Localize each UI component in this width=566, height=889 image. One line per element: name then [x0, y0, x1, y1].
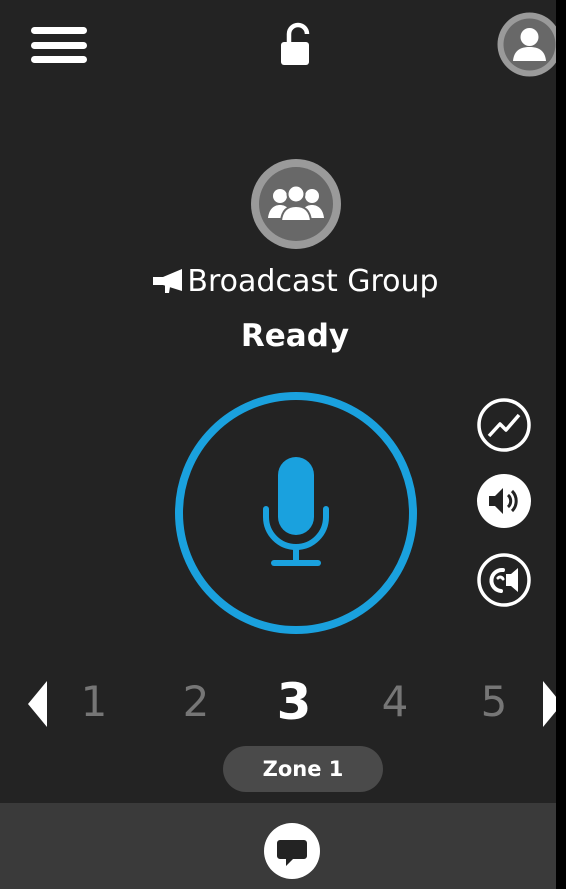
triangle-right-icon	[543, 681, 556, 727]
group-avatar	[250, 158, 342, 250]
megaphone-icon	[153, 269, 183, 293]
menu-button[interactable]	[31, 25, 87, 65]
previous-zone-button[interactable]	[26, 680, 50, 728]
zone-number-5[interactable]: 5	[464, 672, 524, 732]
group-name-label: Broadcast Group	[187, 264, 439, 299]
ear-speaker-icon	[477, 553, 531, 607]
speaker-volume-button[interactable]	[475, 472, 533, 530]
chat-bubble-icon	[264, 823, 320, 879]
microphone-icon	[175, 392, 417, 634]
triangle-left-icon	[28, 681, 47, 727]
hamburger-menu-icon	[31, 27, 87, 34]
signal-activity-icon	[477, 398, 531, 452]
status-text: Ready	[240, 318, 350, 354]
signal-activity-button[interactable]	[475, 396, 533, 454]
unlocked-padlock-icon	[281, 22, 310, 65]
earpiece-button[interactable]	[475, 551, 533, 609]
chat-button[interactable]	[263, 822, 321, 880]
bottom-bar	[0, 803, 556, 889]
zone-number-1[interactable]: 1	[64, 672, 124, 732]
zone-label-pill[interactable]: Zone 1	[223, 746, 383, 792]
group-name-row: Broadcast Group	[0, 262, 556, 302]
hamburger-menu-icon-line	[31, 42, 87, 49]
user-profile-icon	[497, 12, 556, 77]
next-zone-button[interactable]	[540, 680, 556, 728]
group-people-icon	[251, 159, 341, 249]
lock-button[interactable]	[276, 22, 316, 68]
hamburger-menu-icon-line	[31, 56, 87, 63]
zone-number-4[interactable]: 4	[365, 672, 425, 732]
speaker-volume-icon	[477, 474, 531, 528]
app-screen: Broadcast Group Ready 1 2 3 4 5 Zone 1	[0, 0, 556, 889]
zone-number-2[interactable]: 2	[166, 672, 226, 732]
user-avatar-button[interactable]	[496, 11, 556, 78]
push-to-talk-button[interactable]	[174, 391, 418, 635]
zone-number-3-selected[interactable]: 3	[264, 672, 324, 732]
